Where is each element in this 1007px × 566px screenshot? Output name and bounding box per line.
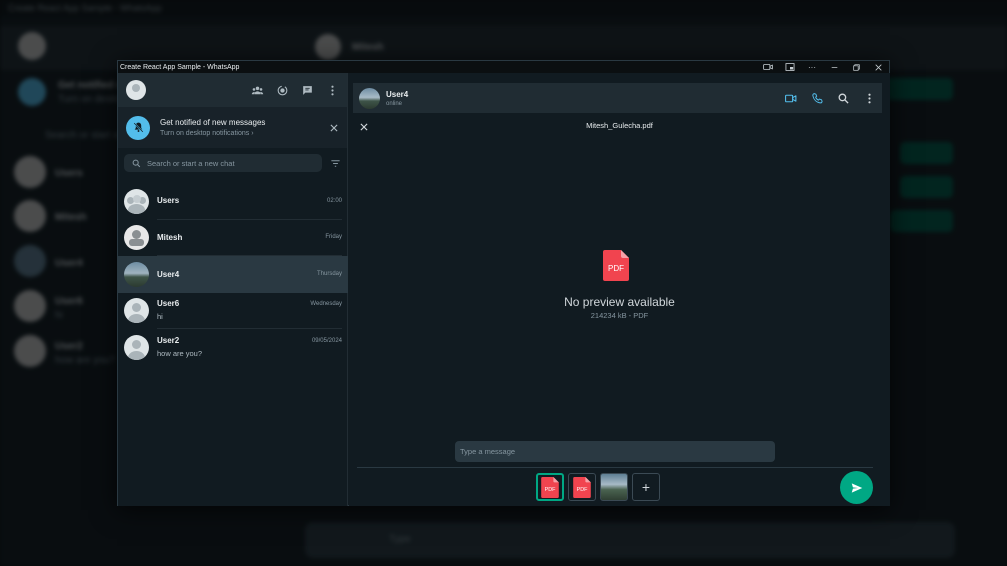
minimize-icon[interactable] [823, 61, 845, 73]
chat-time: Wednesday [310, 300, 342, 307]
message-input[interactable] [460, 447, 760, 456]
chat-meta: User6 Wednesday hi [157, 293, 342, 329]
status-icon[interactable] [276, 84, 289, 97]
menu-icon[interactable] [326, 84, 339, 97]
contact-status: online [386, 100, 403, 107]
caption-box [455, 441, 775, 462]
chat-time: Thursday [316, 271, 342, 278]
chat-time: 09/05/2024 [311, 337, 342, 344]
chat-name: User2 [157, 336, 180, 346]
chat-row: User4 Thursday [157, 270, 342, 279]
chat-meta: Mitesh Friday [157, 220, 342, 256]
conversation-actions [784, 92, 876, 105]
attachment-thumb-image[interactable] [600, 473, 628, 501]
send-button[interactable] [840, 471, 873, 504]
pdf-file-icon: PDF [573, 476, 591, 498]
bell-off-icon [126, 115, 150, 140]
sidebar: Get notified of new messages Turn on des… [118, 73, 348, 506]
chat-name: Mitesh [157, 232, 183, 242]
notification-subtitle[interactable]: Turn on desktop notifications [160, 130, 249, 137]
avatar[interactable] [359, 87, 380, 109]
video-call-icon[interactable] [784, 92, 798, 105]
chat-name: Users [157, 196, 180, 206]
notification-link[interactable]: Turn on desktop notifications › [160, 130, 329, 137]
chat-list: Users 02:00 Mitesh Friday User4 Thursday… [118, 183, 348, 366]
divider [357, 467, 873, 468]
conversation-header: User4 online [353, 83, 882, 113]
no-preview-text: No preview available [564, 295, 675, 309]
my-avatar[interactable] [126, 80, 146, 100]
voice-call-icon[interactable] [811, 92, 824, 105]
add-attachment-button[interactable]: + [632, 473, 660, 501]
chat-item-user4[interactable]: User4 Thursday [118, 256, 348, 293]
close-window-icon[interactable] [867, 61, 889, 73]
search-box [124, 154, 322, 172]
chat-row: User6 Wednesday [157, 299, 342, 308]
avatar [124, 225, 149, 251]
close-icon[interactable] [329, 123, 339, 133]
contact-name: User4 [386, 89, 409, 99]
chat-meta: Users 02:00 [157, 183, 342, 220]
window-title: Create React App Sample - WhatsApp [120, 63, 240, 71]
pdf-file-icon: PDF [603, 250, 629, 281]
pdf-thumb-label: PDF [545, 487, 557, 493]
document-file-name: Mitesh_Gulecha.pdf [586, 121, 653, 130]
pdf-file-label: PDF [608, 264, 624, 273]
chat-name: User4 [157, 269, 180, 279]
window-titlebar: Create React App Sample - WhatsApp ··· [118, 61, 889, 73]
group-avatar [124, 188, 149, 214]
chat-time: Friday [325, 234, 342, 241]
send-icon [851, 482, 862, 493]
search-icon[interactable] [837, 92, 850, 105]
chat-name: User6 [157, 299, 180, 309]
more-options-icon[interactable]: ··· [801, 61, 823, 73]
picture-in-picture-icon[interactable] [779, 61, 801, 73]
search-row [118, 149, 347, 177]
attachment-thumb-pdf[interactable]: PDF [536, 473, 564, 501]
chat-meta: User2 09/05/2024 how are you? [157, 329, 342, 366]
chat-last-message: how are you? [157, 349, 203, 359]
avatar [124, 298, 149, 324]
chat-item-user2[interactable]: User2 09/05/2024 how are you? [118, 329, 348, 366]
chat-time: 02:00 [326, 197, 342, 204]
chat-row: Users 02:00 [157, 196, 342, 205]
chat-row: Mitesh Friday [157, 233, 342, 242]
chevron-right-icon: › [251, 130, 254, 137]
whatsapp-window: Create React App Sample - WhatsApp ··· G… [117, 60, 890, 506]
chat-item-mitesh[interactable]: Mitesh Friday [118, 220, 348, 256]
pdf-file-icon: PDF [541, 476, 559, 498]
avatar [124, 334, 149, 360]
chat-row: User2 09/05/2024 [157, 336, 342, 345]
communities-icon[interactable] [251, 84, 264, 97]
sidebar-header-icons [251, 84, 339, 97]
chat-item-users[interactable]: Users 02:00 [118, 183, 348, 220]
camera-icon[interactable] [757, 61, 779, 73]
chat-meta: User4 Thursday [157, 256, 342, 293]
avatar [124, 261, 149, 287]
file-info: 214234 kB - PDF [590, 311, 649, 320]
restore-icon[interactable] [845, 61, 867, 73]
search-icon [132, 159, 141, 168]
chat-last-message: hi [157, 312, 163, 322]
chat-item-user6[interactable]: User6 Wednesday hi [118, 293, 348, 329]
notification-banner: Get notified of new messages Turn on des… [118, 107, 347, 149]
notification-text: Get notified of new messages Turn on des… [160, 118, 329, 137]
menu-icon[interactable] [863, 92, 876, 105]
conversation-pane: User4 online Mitesh_Gulecha.pdf PDF No p… [349, 73, 890, 506]
attachment-thumb-pdf[interactable]: PDF [568, 473, 596, 501]
pdf-thumb-label: PDF [577, 487, 589, 493]
attachment-thumbnails: PDF PDF + [536, 473, 660, 501]
sidebar-header [118, 73, 347, 107]
filter-icon[interactable] [330, 158, 341, 169]
new-chat-icon[interactable] [301, 84, 314, 97]
notification-title: Get notified of new messages [160, 118, 266, 127]
search-input[interactable] [147, 158, 307, 168]
contact-info[interactable]: User4 online [386, 90, 408, 107]
